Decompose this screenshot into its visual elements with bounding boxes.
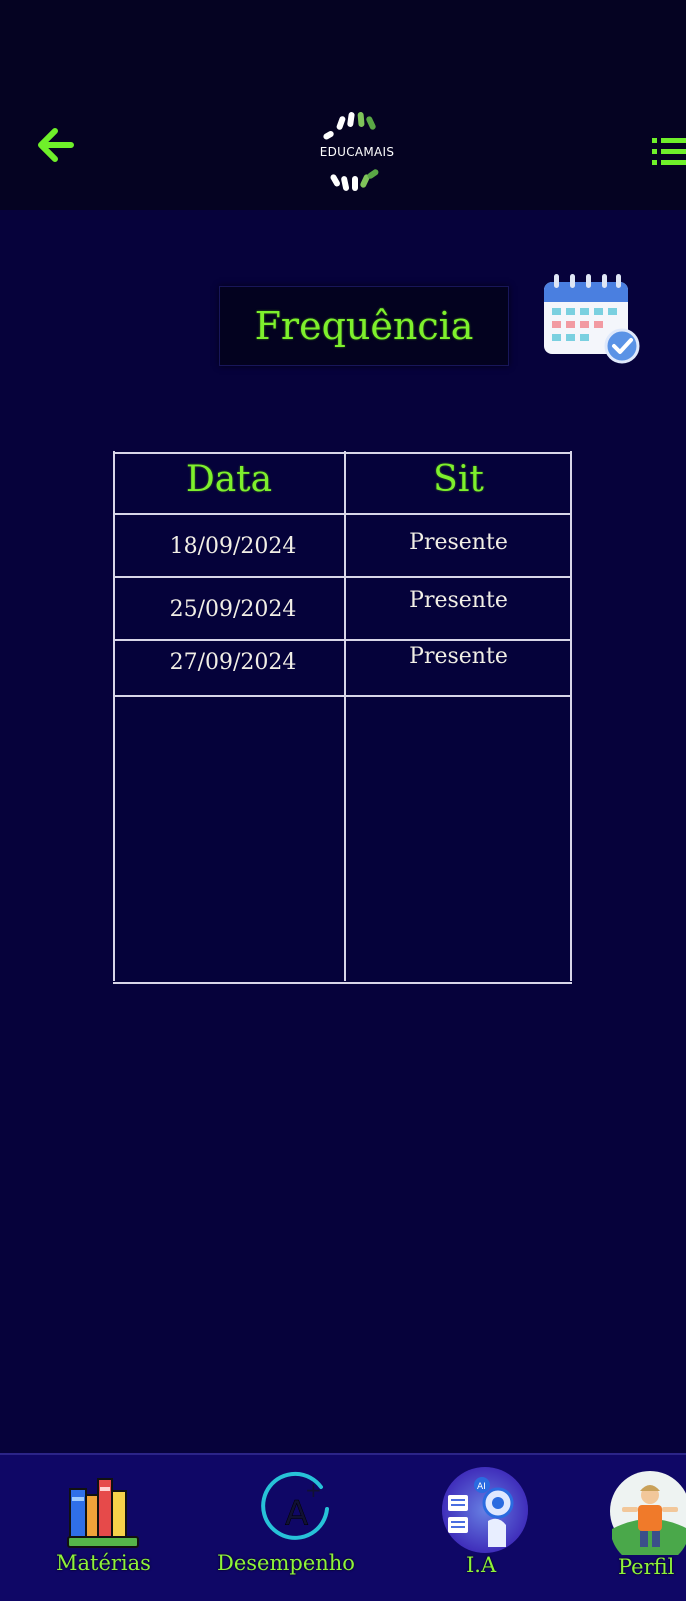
- list-menu-icon: [652, 138, 686, 165]
- row-1-date: 18/09/2024: [169, 534, 297, 559]
- nav-label-materias: Matérias: [56, 1551, 151, 1575]
- page-title: Frequência: [254, 304, 474, 348]
- row-2-status: Presente: [409, 588, 508, 613]
- column-header-status: Sit: [433, 459, 484, 500]
- svg-text:+: +: [305, 1478, 322, 1502]
- status-bar: [0, 0, 686, 92]
- nav-label-desempenho: Desempenho: [217, 1551, 355, 1575]
- nav-desempenho[interactable]: A + Desempenho: [210, 1455, 380, 1601]
- bottom-navigation: Matérias A + Desempenho AI I.A Perfil: [0, 1453, 686, 1601]
- educamais-logo: EDUCAMAIS: [310, 102, 404, 198]
- top-app-bar: EDUCAMAIS: [0, 92, 686, 210]
- calendar-check-icon: [542, 272, 642, 368]
- row-3-status: Presente: [409, 644, 508, 669]
- column-header-date: Data: [185, 459, 273, 500]
- row-2-date: 25/09/2024: [169, 597, 297, 622]
- profile-avatar-icon: [610, 1471, 686, 1555]
- nav-ia[interactable]: AI I.A: [430, 1455, 540, 1601]
- nav-materias[interactable]: Matérias: [40, 1455, 180, 1601]
- logo-wordmark: EDUCAMAIS: [319, 145, 395, 159]
- row-1-status: Presente: [409, 530, 508, 555]
- attendance-table: Data Sit 18/09/2024 Presente 25/09/2024 …: [113, 451, 572, 984]
- nav-label-perfil: Perfil: [618, 1555, 675, 1579]
- books-icon: [67, 1478, 139, 1548]
- grade-a-plus-icon: A +: [261, 1471, 329, 1540]
- svg-text:AI: AI: [477, 1482, 486, 1492]
- ai-robot-icon: AI: [442, 1467, 528, 1553]
- nav-label-ia: I.A: [466, 1553, 497, 1577]
- page-title-box: Frequência: [219, 286, 509, 366]
- arrow-left-icon: [38, 128, 74, 162]
- nav-perfil[interactable]: Perfil: [600, 1455, 686, 1601]
- back-button[interactable]: [30, 120, 80, 170]
- row-3-date: 27/09/2024: [169, 650, 297, 675]
- menu-button[interactable]: [650, 134, 686, 170]
